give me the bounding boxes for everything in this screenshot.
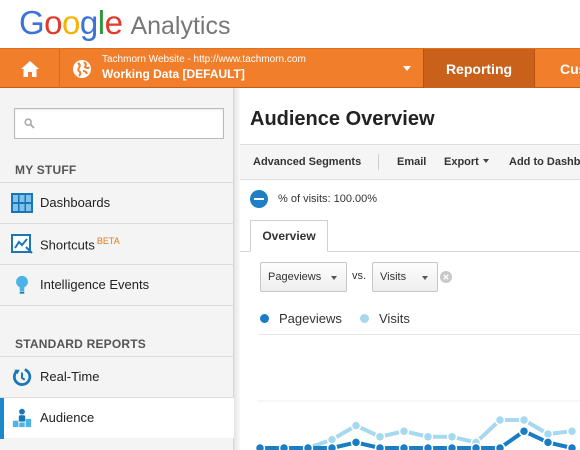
data-point-visits[interactable] (542, 428, 554, 440)
remove-metric-icon[interactable] (440, 271, 452, 283)
shortcuts-icon (11, 234, 33, 254)
vs-label: vs. (352, 270, 367, 282)
sidebar-item-label: Real-Time (40, 369, 100, 384)
data-point-pageviews[interactable] (398, 442, 410, 450)
home-icon (20, 60, 39, 77)
realtime-icon (13, 368, 32, 386)
chevron-down-icon (482, 159, 489, 163)
toolbar-divider (378, 154, 379, 170)
shortcuts-label: Shortcuts (40, 237, 95, 253)
account-selector[interactable]: Tachmorn Website - http://www.tachmorn.c… (61, 49, 423, 88)
data-point-pageviews[interactable] (302, 442, 314, 450)
sidebar-item-label: Dashboards (40, 195, 111, 210)
data-point-visits[interactable] (422, 431, 434, 443)
legend-label: Visits (379, 310, 410, 326)
data-point-pageviews[interactable] (422, 442, 434, 450)
home-button[interactable] (0, 49, 60, 88)
data-point-visits[interactable] (518, 414, 530, 426)
email-button[interactable]: Email (397, 145, 426, 179)
search-icon (24, 118, 35, 129)
google-analytics-logo[interactable]: Google Analytics (19, 3, 231, 43)
data-point-pageviews[interactable] (446, 442, 458, 450)
legend-visits[interactable]: Visits (360, 310, 410, 326)
advanced-segments-button[interactable]: Advanced Segments (253, 145, 361, 179)
data-point-pageviews[interactable] (326, 442, 338, 450)
sidebar-item-dashboards[interactable]: Dashboards (0, 182, 234, 223)
data-point-visits[interactable] (374, 431, 386, 443)
segment-summary: % of visits: 100.00% (250, 188, 377, 210)
data-point-pageviews[interactable] (542, 437, 554, 448)
legend-dot (260, 313, 269, 323)
data-point-visits[interactable] (494, 414, 506, 426)
logo-letter: o (44, 4, 63, 41)
analytics-wordmark: Analytics (130, 12, 231, 40)
report-toolbar: Advanced Segments Email Export Add to Da… (240, 144, 580, 180)
chevron-down-icon (403, 66, 411, 71)
page-title: Audience Overview (250, 108, 435, 130)
intelligence-bulb-icon (16, 275, 28, 294)
active-indicator (0, 398, 4, 439)
data-point-visits[interactable] (350, 420, 362, 431)
sidebar-divider (0, 305, 234, 335)
sidebar-item-shortcuts[interactable]: Shortcuts BETA (0, 223, 234, 264)
data-point-pageviews[interactable] (494, 442, 506, 450)
dashboards-icon (11, 193, 33, 213)
chevron-down-icon (422, 276, 428, 280)
sidebar: MY STUFF Dashboards Shortcuts BETA Intel… (0, 88, 234, 450)
app-root: Google Analytics Tachmorn Website - http… (0, 0, 580, 450)
logo-letter: g (79, 4, 98, 41)
data-point-pageviews[interactable] (278, 442, 290, 450)
primary-metric-value: Pageviews (268, 271, 322, 283)
tab-customization[interactable]: Cus (560, 49, 580, 88)
account-profile-name: Working Data [DEFAULT] (102, 67, 245, 81)
legend-pageviews[interactable]: Pageviews (260, 310, 342, 326)
line-chart[interactable] (240, 378, 580, 450)
segment-pie-icon[interactable] (250, 190, 268, 208)
logo-bar: Google Analytics (0, 0, 580, 48)
primary-metric-dropdown[interactable]: Pageviews (260, 262, 347, 292)
my-stuff-heading: MY STUFF (15, 163, 77, 177)
sidebar-search[interactable] (14, 108, 224, 139)
top-nav-bar: Tachmorn Website - http://www.tachmorn.c… (0, 48, 580, 88)
data-point-pageviews[interactable] (470, 442, 482, 450)
data-point-pageviews[interactable] (350, 437, 362, 448)
add-to-dashboard-button[interactable]: Add to Dashb (509, 145, 580, 179)
sidebar-item-audience[interactable]: Audience (0, 397, 234, 439)
standard-reports-heading: STANDARD REPORTS (15, 337, 146, 351)
logo-letter: o (62, 4, 80, 41)
google-wordmark: Google (19, 3, 123, 43)
chevron-down-icon (331, 276, 337, 280)
data-point-visits[interactable] (566, 425, 578, 437)
beta-badge: BETA (96, 236, 120, 246)
sidebar-item-label: Audience (40, 410, 95, 425)
main-content: Audience Overview Advanced Segments Emai… (240, 88, 580, 450)
logo-letter: l (97, 4, 105, 41)
data-point-pageviews[interactable] (374, 442, 386, 450)
secondary-metric-dropdown[interactable]: Visits (372, 262, 438, 292)
tab-overview[interactable]: Overview (250, 220, 328, 252)
data-point-pageviews[interactable] (566, 442, 578, 450)
secondary-metric-value: Visits (380, 271, 407, 283)
segment-percentage: % of visits: 100.00% (278, 193, 378, 205)
legend-label: Pageviews (279, 310, 342, 326)
audience-icon (12, 408, 32, 428)
data-point-visits[interactable] (446, 431, 458, 443)
sidebar-item-label: Intelligence Events (40, 277, 150, 292)
logo-letter: G (19, 4, 45, 41)
chart-top-divider (258, 334, 580, 335)
sidebar-item-label: Shortcuts BETA (40, 236, 120, 252)
logo-letter: e (104, 4, 123, 41)
data-point-pageviews[interactable] (518, 425, 530, 437)
sidebar-item-real-time[interactable]: Real-Time (0, 356, 234, 397)
account-site-name: Tachmorn Website - http://www.tachmorn.c… (102, 54, 306, 65)
globe-icon (73, 60, 91, 78)
search-input[interactable] (41, 115, 216, 133)
data-point-pageviews[interactable] (254, 442, 266, 450)
sidebar-item-intelligence-events[interactable]: Intelligence Events (0, 264, 234, 305)
data-point-visits[interactable] (398, 425, 410, 437)
tab-reporting[interactable]: Reporting (423, 49, 535, 88)
export-label: Export (444, 156, 479, 168)
legend-dot (360, 313, 369, 323)
export-button[interactable]: Export (444, 145, 489, 179)
